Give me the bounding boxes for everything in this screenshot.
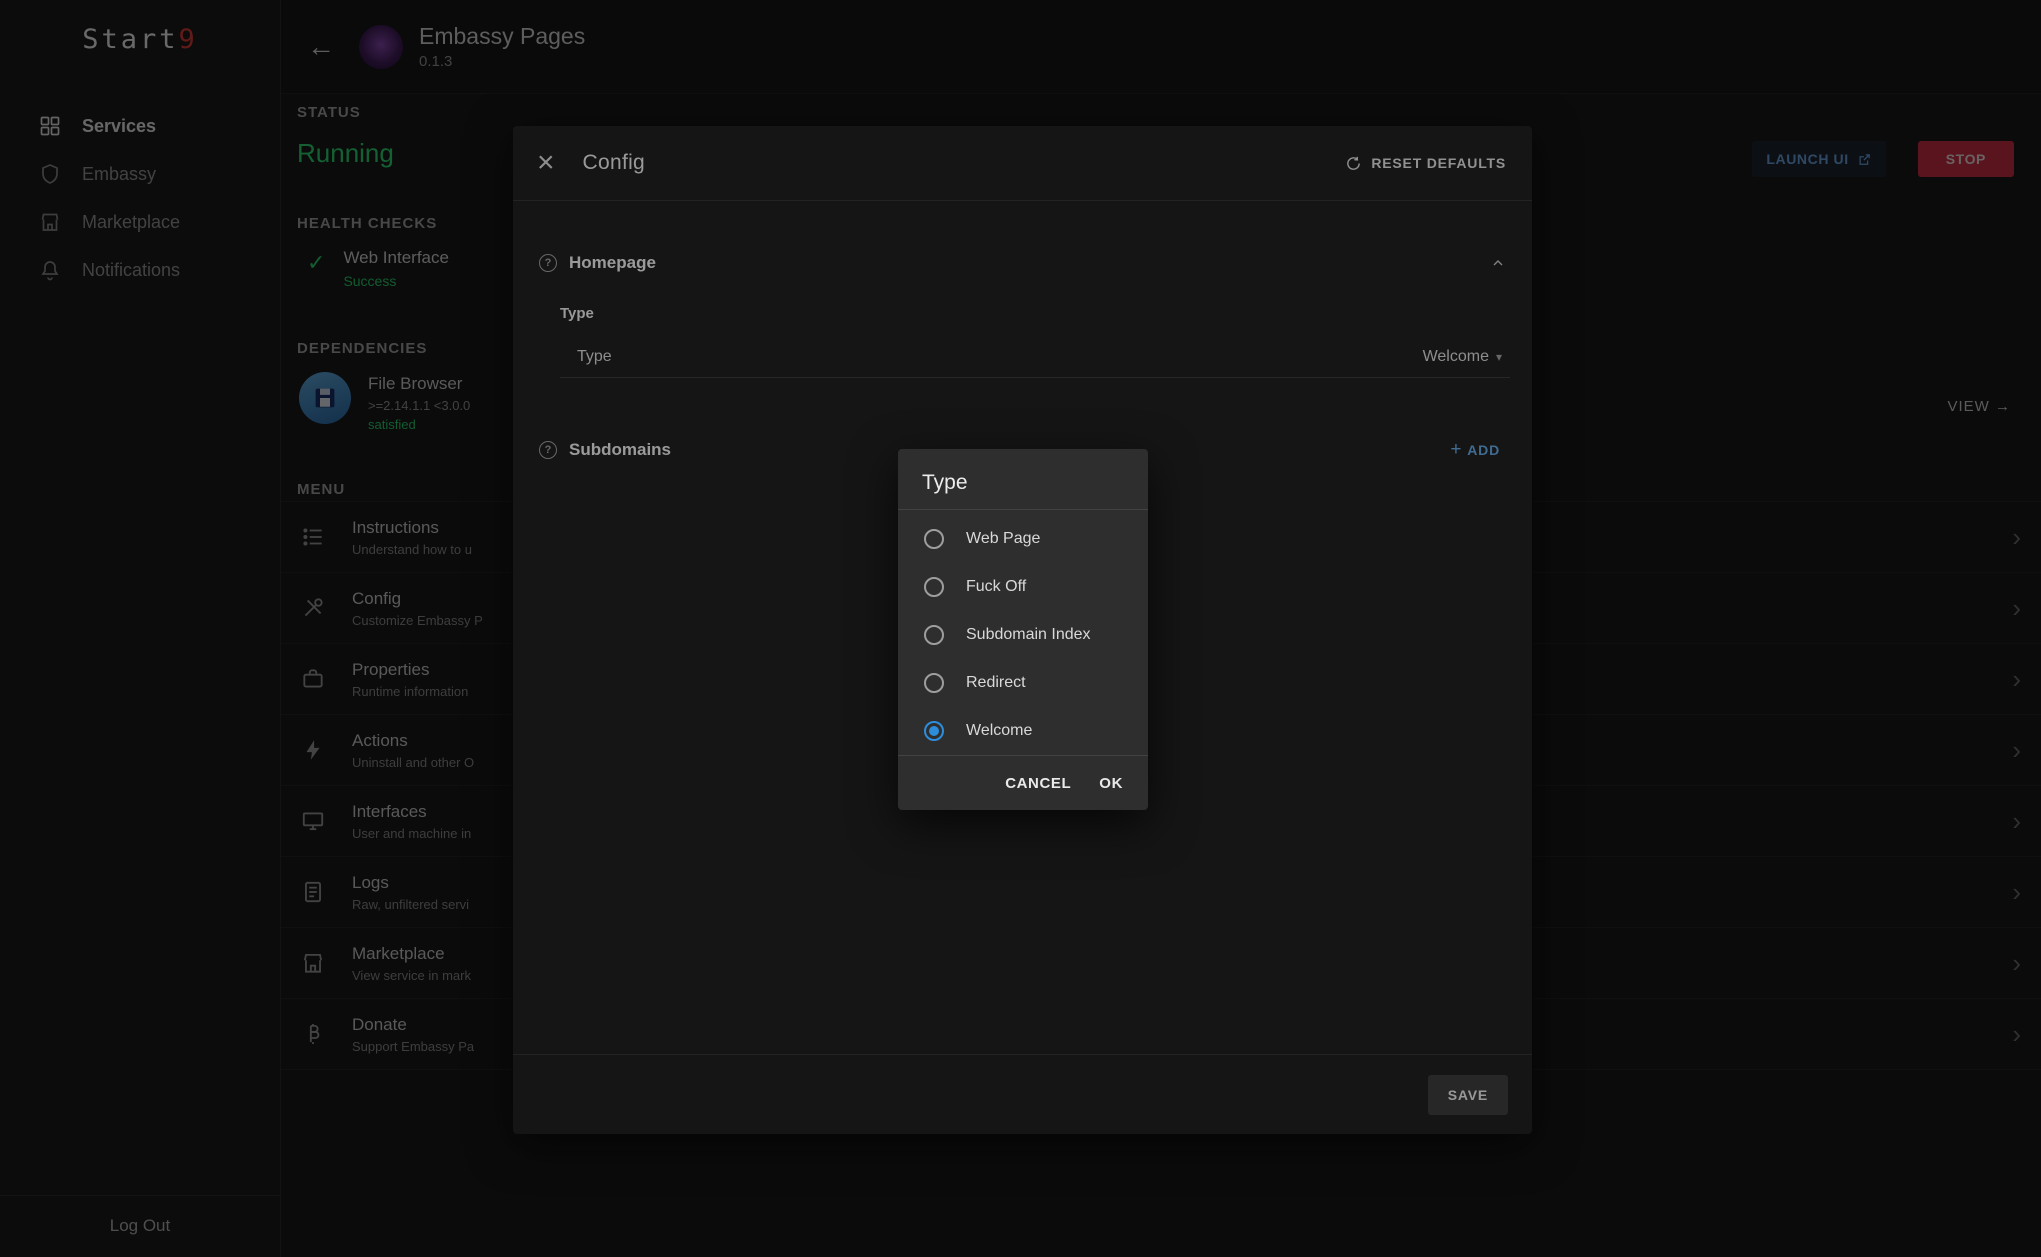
radio-option-redirect[interactable]: Redirect [898,659,1148,707]
radio-option-web-page[interactable]: Web Page [898,515,1148,563]
radio-icon [924,673,944,693]
radio-option-welcome[interactable]: Welcome [898,707,1148,755]
radio-icon [924,625,944,645]
radio-option-label: Redirect [966,674,1026,692]
ok-button[interactable]: OK [1099,775,1123,792]
radio-option-label: Web Page [966,530,1040,548]
radio-option-label: Subdomain Index [966,626,1091,644]
dialog-buttons: CANCEL OK [898,755,1148,810]
radio-icon [924,577,944,597]
cancel-button[interactable]: CANCEL [1005,775,1071,792]
radio-icon [924,721,944,741]
radio-option-subdomain-index[interactable]: Subdomain Index [898,611,1148,659]
dialog-title: Type [898,449,1148,510]
app-root: Start9 Services Embassy Marketplace [0,0,2041,1257]
radio-icon [924,529,944,549]
type-select-dialog: Type Web Page Fuck Off Subdomain Index R… [898,449,1148,810]
radio-option-fuck-off[interactable]: Fuck Off [898,563,1148,611]
radio-option-label: Welcome [966,722,1032,740]
radio-option-label: Fuck Off [966,578,1026,596]
radio-options: Web Page Fuck Off Subdomain Index Redire… [898,510,1148,755]
